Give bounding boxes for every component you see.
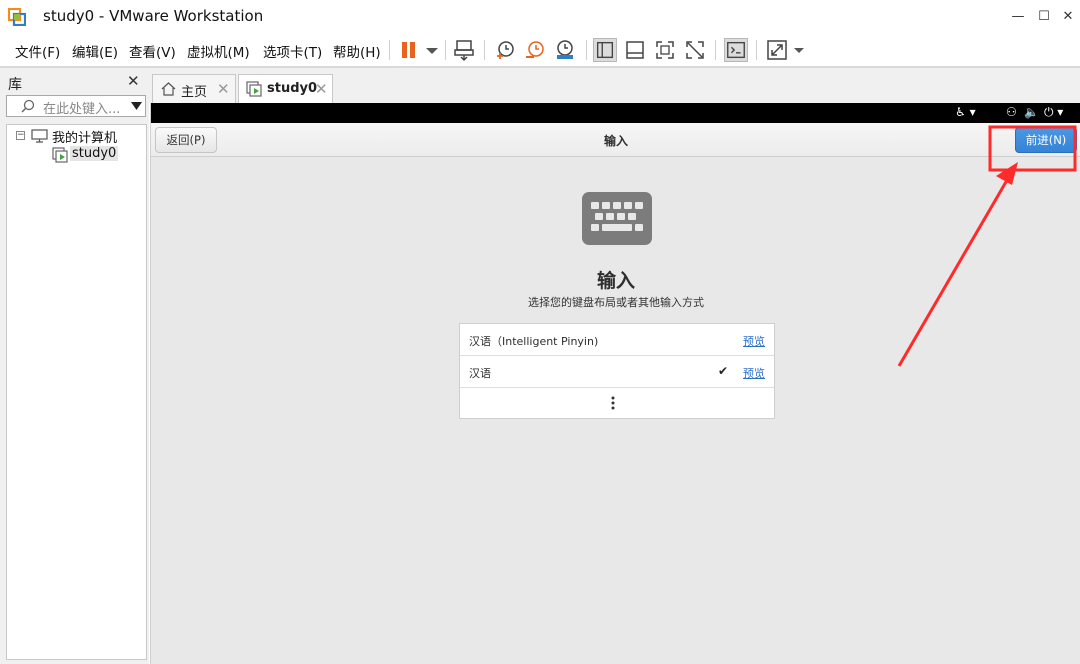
fullscreen-icon[interactable] [653,38,677,62]
volume-icon[interactable]: 🔈 [1024,105,1039,119]
library-search-input[interactable]: 在此处键入... [6,95,146,117]
pause-icon[interactable] [398,38,422,62]
tree-item-my-computer[interactable]: 我的计算机 [52,127,117,146]
computer-icon [31,129,48,143]
toolbar-separator [756,40,757,60]
list-item[interactable]: 汉语 ✔ 预览 [460,356,774,388]
header-title: 输入 [603,134,628,148]
library-panel: 库 ✕ 在此处键入... − 我的计算机 study0 [0,68,149,664]
chevron-down-icon[interactable] [420,38,444,62]
menu-help[interactable]: 帮助(H) [333,41,381,61]
thumbnail-view-icon[interactable] [623,38,647,62]
library-close-button[interactable]: ✕ [127,72,140,90]
snapshot-icon[interactable] [493,38,517,62]
console-icon[interactable] [724,38,748,62]
title-bar: study0 - VMware Workstation — ☐ ✕ [0,0,1080,34]
minimize-button[interactable]: — [1004,6,1032,28]
menu-bar: 文件(F) 编辑(E) 查看(V) 虚拟机(M) 选项卡(T) 帮助(H) [0,34,1080,66]
tab-study0[interactable]: study0 ✕ [238,74,333,103]
input-source-list: 汉语（Intelligent Pinyin) 预览 汉语 ✔ 预览 [459,323,775,419]
input-source-label: 汉语（Intelligent Pinyin) [469,335,599,348]
toolbar-separator [586,40,587,60]
menu-edit[interactable]: 编辑(E) [72,41,118,61]
search-placeholder: 在此处键入... [43,102,121,117]
menu-tabs[interactable]: 选项卡(T) [263,41,322,61]
search-icon [21,99,35,113]
preview-link[interactable]: 预览 [743,365,765,381]
revert-snapshot-icon[interactable] [523,38,547,62]
toolbar-separator [484,40,485,60]
menu-view[interactable]: 查看(V) [129,41,176,61]
tab-close-icon[interactable]: ✕ [315,80,328,98]
manage-snapshots-icon[interactable] [553,38,577,62]
vm-icon [52,147,68,163]
tree-item-study0[interactable]: study0 [70,146,119,161]
tab-study0-label: study0 [267,81,318,96]
checkmark-icon: ✔ [718,364,729,378]
more-row[interactable] [460,388,774,420]
library-title: 库 [8,77,22,93]
tab-bar: 主页 ✕ study0 ✕ [149,68,1080,103]
tab-close-icon[interactable]: ✕ [217,80,230,98]
chevron-down-icon[interactable] [787,38,811,62]
accessibility-icon[interactable]: ♿ ▾ [955,105,976,119]
tree-collapse-toggle[interactable]: − [16,131,25,140]
toolbar-separator [389,40,390,60]
power-icon[interactable]: ⏻ ▾ [1044,105,1063,120]
next-button[interactable]: 前进(N) [1015,127,1077,153]
dropdown-arrow-icon[interactable] [131,102,142,111]
tab-home[interactable]: 主页 ✕ [152,74,236,103]
toolbar-separator [715,40,716,60]
vm-icon [246,81,262,97]
vm-console[interactable]: ♿ ▾ ⚇ 🔈 ⏻ ▾ 返回(P) 输入 前进(N) 输入 选择您的键盘布局或者… [150,103,1080,664]
library-view-icon[interactable] [593,38,617,62]
close-window-button[interactable]: ✕ [1054,6,1080,28]
more-options-icon[interactable] [611,395,615,411]
input-source-label: 汉语 [469,367,491,380]
network-icon[interactable]: ⚇ [1006,105,1017,119]
unity-icon[interactable] [683,38,707,62]
page-heading: 输入 [596,270,635,292]
stretch-icon[interactable] [765,38,789,62]
list-item[interactable]: 汉语（Intelligent Pinyin) 预览 [460,324,774,356]
guest-top-bar: ♿ ▾ ⚇ 🔈 ⏻ ▾ [151,103,1080,123]
vmware-logo-icon [8,8,26,26]
guest-header-bar: 返回(P) 输入 前进(N) [151,123,1080,157]
tab-home-label: 主页 [181,85,208,100]
window-title: study0 - VMware Workstation [43,7,264,25]
menu-vm[interactable]: 虚拟机(M) [187,41,250,61]
home-icon [161,82,176,96]
toolbar-separator [445,40,446,60]
preview-link[interactable]: 预览 [743,333,765,349]
page-subtitle: 选择您的键盘布局或者其他输入方式 [528,296,704,309]
menu-file[interactable]: 文件(F) [15,41,60,61]
send-keys-icon[interactable] [452,38,476,62]
library-tree: − 我的计算机 study0 [6,124,147,660]
keyboard-icon [582,192,652,245]
